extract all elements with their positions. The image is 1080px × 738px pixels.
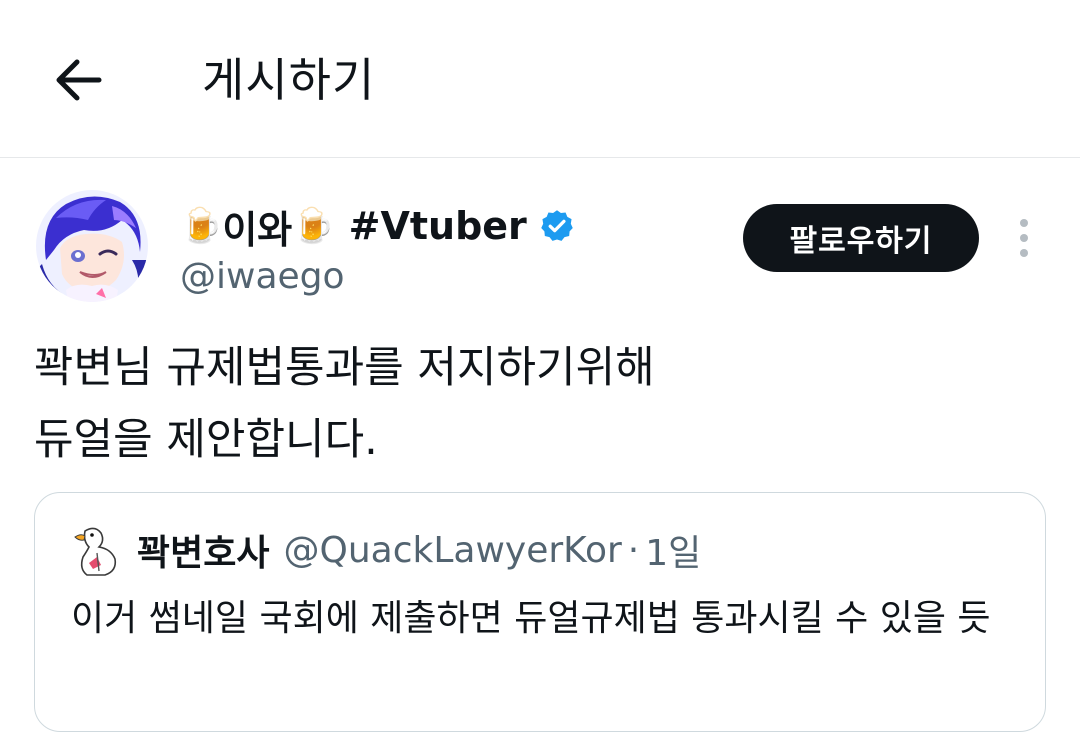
beer-emoji-icon: 🍺 xyxy=(292,206,335,246)
author-handle[interactable]: @iwaego xyxy=(180,254,345,300)
top-app-bar: 게시하기 xyxy=(0,0,1080,158)
author-avatar[interactable] xyxy=(36,190,148,302)
author-name-part2: #Vtuber xyxy=(348,204,527,248)
page-title: 게시하기 xyxy=(202,53,376,107)
quoted-post-header: 꽉변호사 @QuackLawyerKor · 1일 xyxy=(137,525,701,575)
back-button[interactable] xyxy=(48,52,108,108)
verified-badge-icon xyxy=(539,208,575,244)
post-text-line: 꽉변님 규제법통과를 저지하기위해 xyxy=(34,343,655,393)
separator-dot: · xyxy=(627,529,640,571)
quoted-post-card[interactable]: 꽉변호사 @QuackLawyerKor · 1일 이거 썸네일 국회에 제출하… xyxy=(34,492,1046,732)
post-text-line: 듀얼을 제안합니다. xyxy=(34,415,378,465)
follow-button[interactable]: 팔로우하기 xyxy=(743,204,979,272)
more-vertical-icon[interactable] xyxy=(1006,212,1042,264)
post-text: 꽉변님 규제법통과를 저지하기위해 듀얼을 제안합니다. xyxy=(34,332,1044,476)
beer-emoji-icon: 🍺 xyxy=(180,206,223,246)
quoted-author-name[interactable]: 꽉변호사 xyxy=(137,524,269,576)
quoted-author-avatar[interactable] xyxy=(71,523,125,577)
quoted-author-handle[interactable]: @QuackLawyerKor xyxy=(283,530,621,571)
quoted-post-time: 1일 xyxy=(645,533,702,574)
arrow-left-icon xyxy=(56,59,102,101)
author-name[interactable]: 🍺 이와 🍺 #Vtuber xyxy=(180,198,575,254)
quoted-post-text: 이거 썸네일 국회에 제출하면 듀얼규제법 통과시킬 수 있을 듯 xyxy=(71,598,991,639)
author-name-part1: 이와 xyxy=(222,207,293,252)
